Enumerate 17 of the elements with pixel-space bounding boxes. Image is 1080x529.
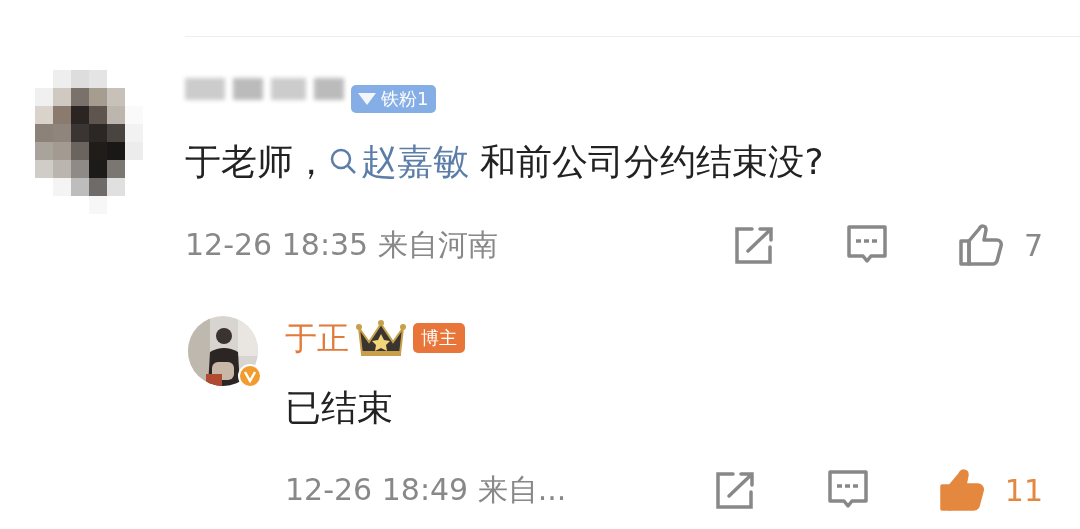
- thumbs-up-icon[interactable]: [957, 223, 1004, 267]
- user-name[interactable]: 于正: [285, 318, 349, 358]
- comment-icon[interactable]: [826, 469, 869, 511]
- topic-link[interactable]: 赵嘉敏: [329, 141, 469, 182]
- share-icon[interactable]: [733, 225, 776, 265]
- like-count: 7: [1023, 227, 1043, 263]
- comment-text: 已结束: [285, 386, 394, 430]
- fan-level-badge: 铁粉1: [351, 84, 437, 113]
- share-icon[interactable]: [714, 470, 757, 510]
- like-count: 11: [1004, 472, 1043, 508]
- timestamp-location: 12-26 18:35 来自河南: [185, 225, 499, 264]
- timestamp-location: 12-26 18:49 来自...: [285, 470, 568, 509]
- comment-icon[interactable]: [845, 224, 888, 266]
- comment-text: 于老师， 赵嘉敏 和前公司分约结束没?: [185, 140, 825, 184]
- author-badge: 博主: [413, 323, 465, 353]
- crown-icon: [355, 318, 407, 358]
- thumbs-up-icon[interactable]: [938, 468, 985, 512]
